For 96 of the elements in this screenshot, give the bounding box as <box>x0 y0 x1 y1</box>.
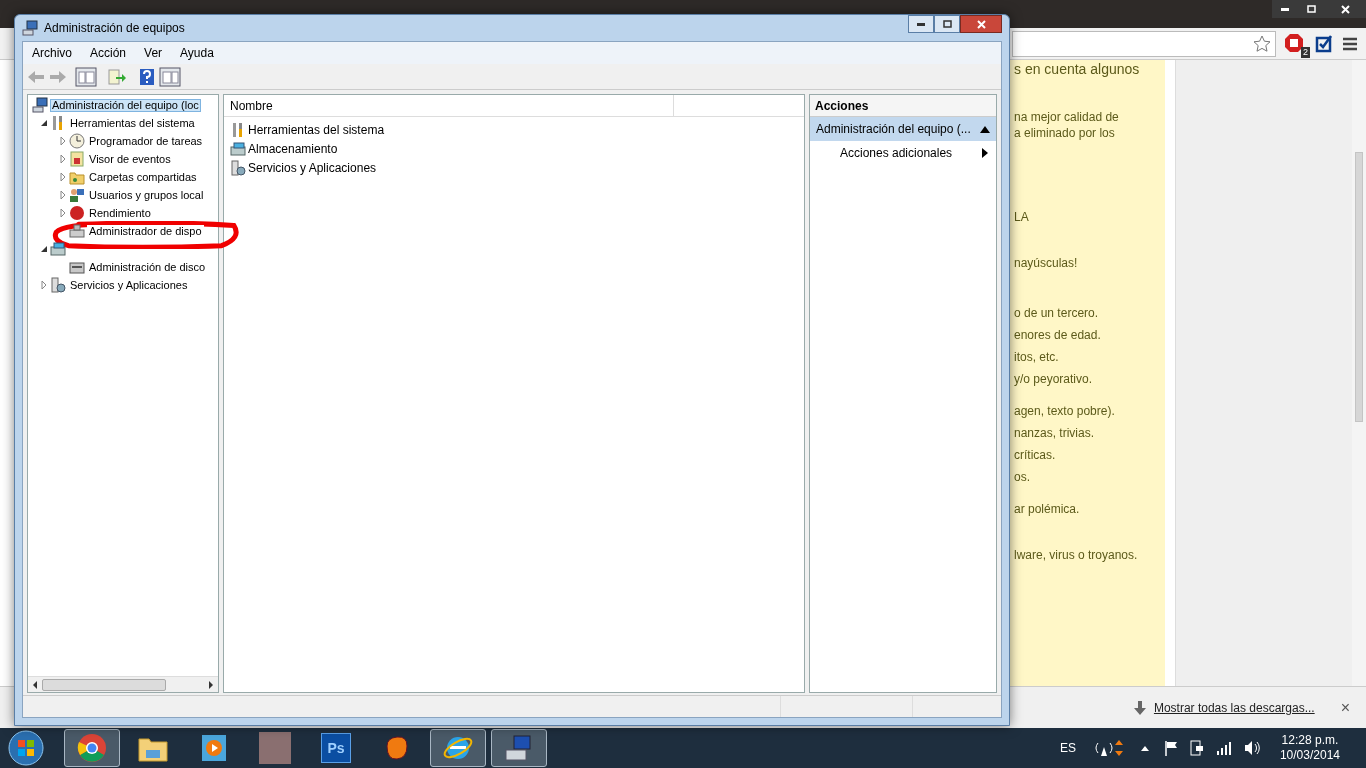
notice-text: lware, virus o troyanos. <box>1014 548 1139 562</box>
storage-icon <box>230 140 246 157</box>
device-manager-icon <box>69 223 85 239</box>
tree-item[interactable]: Administración de disco <box>87 260 208 274</box>
tree-item[interactable]: Herramientas del sistema <box>68 116 197 130</box>
scroll-right-icon[interactable] <box>206 679 216 690</box>
tree-item[interactable]: Carpetas compartidas <box>87 170 199 184</box>
maximize-button[interactable] <box>934 15 960 33</box>
tree-item[interactable]: Servicios y Aplicaciones <box>68 278 190 292</box>
close-icon <box>976 19 986 29</box>
actions-section-header[interactable]: Administración del equipo (... <box>810 117 996 141</box>
menu-item[interactable]: Ayuda <box>180 44 214 62</box>
clock-icon <box>69 133 85 149</box>
action-pane-icon[interactable] <box>159 66 181 87</box>
signal-icon[interactable] <box>1215 741 1232 755</box>
volume-icon[interactable] <box>1243 740 1260 756</box>
close-icon <box>1340 4 1350 14</box>
restore-icon <box>1306 5 1316 13</box>
notice-text: os. <box>1014 470 1031 484</box>
window-title: Administración de equipos <box>44 20 185 37</box>
minimize-icon <box>1281 7 1289 11</box>
computer-icon <box>22 20 38 36</box>
close-button[interactable] <box>1324 0 1366 18</box>
submenu-arrow-icon[interactable] <box>982 148 988 158</box>
services-icon <box>50 277 66 293</box>
app-icon: Ps <box>321 733 351 763</box>
tree-item[interactable]: Rendimiento <box>87 206 153 220</box>
computer-icon <box>504 734 534 762</box>
show-downloads-link[interactable]: Mostrar todas las descargas... <box>1153 698 1315 717</box>
taskbar-app-button[interactable] <box>430 729 486 767</box>
storage-icon <box>50 241 66 257</box>
list-item[interactable]: Herramientas del sistema <box>248 120 385 139</box>
checkmark-extension-icon[interactable] <box>1314 33 1334 54</box>
notice-text: nanzas, trivias. <box>1014 426 1096 440</box>
minimize-button[interactable] <box>908 15 934 33</box>
clock-date[interactable]: 10/03/2014 <box>1279 748 1340 763</box>
notice-text: na mejor calidad de <box>1014 110 1120 124</box>
list-item[interactable]: Almacenamiento <box>248 139 338 158</box>
menu-item[interactable]: Acción <box>90 44 127 62</box>
actions-title: Acciones <box>810 95 996 117</box>
menu-item[interactable]: Ver <box>144 44 163 62</box>
notice-text: nayúsculas! <box>1014 256 1079 270</box>
taskbar-app-button[interactable] <box>64 729 120 767</box>
notice-text: o de un tercero. <box>1014 306 1100 320</box>
caret-icon[interactable] <box>1139 744 1150 752</box>
notice-text: ar polémica. <box>1014 502 1081 516</box>
notice-text: itos, etc. <box>1014 350 1060 364</box>
maximize-icon <box>942 20 952 28</box>
download-arrow-icon <box>1133 700 1146 715</box>
notice-text: s en cuenta algunos <box>1014 62 1141 76</box>
actions-section-title[interactable]: Administración del equipo (... <box>816 120 971 138</box>
minimize-icon <box>917 22 925 26</box>
action-link[interactable]: Acciones adicionales <box>840 144 953 162</box>
list-item[interactable]: Servicios y Aplicaciones <box>248 158 377 177</box>
tree-item[interactable]: Programador de tareas <box>87 134 205 148</box>
close-button[interactable] <box>960 15 1002 33</box>
close-button[interactable]: × <box>1340 699 1350 716</box>
event-log-icon <box>69 151 85 167</box>
shared-folder-icon <box>69 169 85 185</box>
notice-text: críticas. <box>1014 448 1057 462</box>
language-indicator[interactable]: ES <box>1059 739 1076 757</box>
gauge-icon <box>69 205 85 221</box>
start-button[interactable] <box>6 729 46 767</box>
minimize-button[interactable] <box>1272 0 1298 18</box>
export-list-icon[interactable] <box>107 67 127 86</box>
notice-text: y/o peyorativo. <box>1014 372 1094 386</box>
notice-text: enores de edad. <box>1014 328 1102 342</box>
collapse-arrow-icon[interactable] <box>980 125 990 133</box>
collapse-arrow-icon[interactable] <box>40 119 50 127</box>
menu-icon[interactable] <box>1342 36 1358 51</box>
taskbar-app-button[interactable] <box>491 729 547 767</box>
users-icon <box>69 187 85 203</box>
notice-text: agen, texto pobre). <box>1014 404 1116 418</box>
help-icon[interactable] <box>139 67 155 86</box>
tree-item[interactable]: Administración del equipo (loc <box>50 98 201 112</box>
network-icon[interactable] <box>1093 739 1124 757</box>
tree-item[interactable]: Visor de eventos <box>87 152 173 166</box>
media-player-icon <box>201 734 227 762</box>
stop-sign-extension-icon[interactable] <box>1284 32 1304 53</box>
notice-text: a eliminado por los <box>1014 126 1116 140</box>
menu-item[interactable]: Archivo <box>32 44 72 62</box>
address-field[interactable] <box>1012 30 1276 57</box>
star-icon[interactable] <box>1253 34 1271 53</box>
power-plug-icon[interactable] <box>1189 740 1204 756</box>
taskbar-app-button[interactable]: Ps <box>308 729 364 767</box>
photo-placeholder <box>259 732 291 764</box>
tree-item[interactable]: Usuarios y grupos local <box>87 188 206 202</box>
services-icon <box>230 159 246 176</box>
flag-icon[interactable] <box>1163 740 1178 756</box>
chrome-icon <box>77 733 107 763</box>
extension-badge: 2 <box>1301 46 1310 58</box>
notice-text: LA <box>1014 210 1030 224</box>
console-tree-icon[interactable] <box>75 66 97 87</box>
clock-time[interactable]: 12:28 p.m. <box>1281 733 1339 748</box>
collapse-arrow-icon[interactable] <box>40 245 50 253</box>
computer-icon <box>32 97 48 113</box>
